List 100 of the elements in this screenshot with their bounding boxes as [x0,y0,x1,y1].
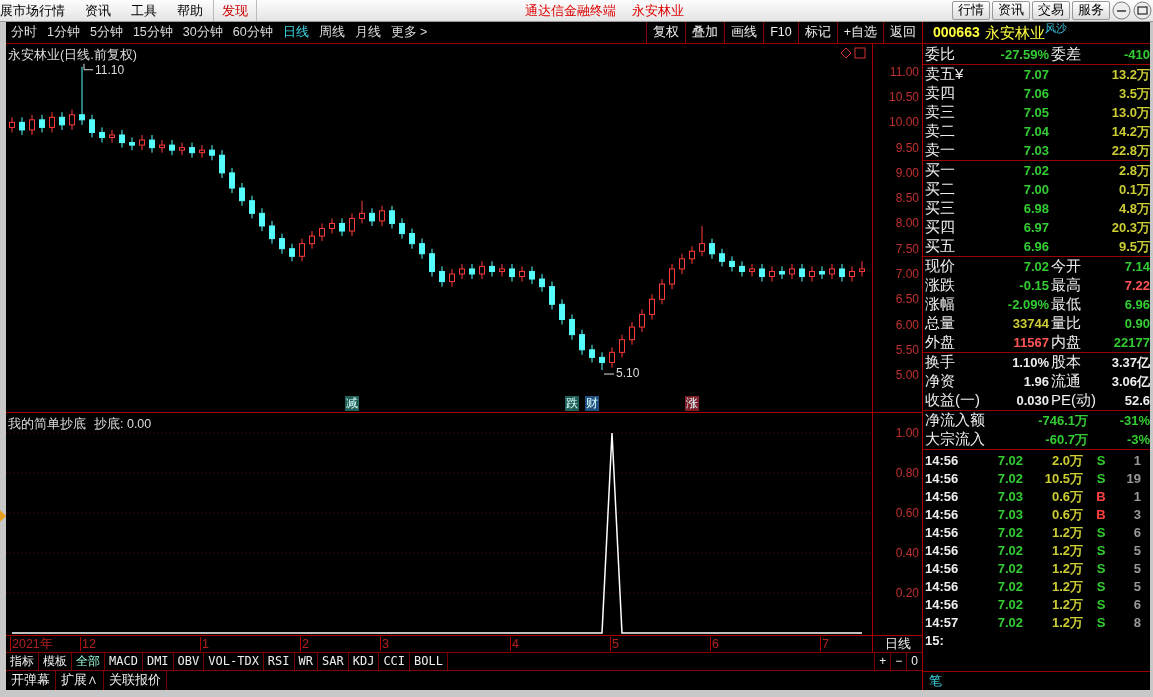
candlestick [69,109,75,131]
date-label: 12 [80,637,96,651]
tick-count: 5 [1132,542,1141,561]
zoom-button[interactable]: + [874,653,891,670]
event-marker[interactable]: 财 [585,396,599,411]
tick-price: 7.02 [996,614,1023,633]
chart-tool-button[interactable]: +自选 [836,22,883,43]
indicator-tab[interactable]: BOLL [410,653,448,670]
candlestick [389,205,395,229]
minimize-icon[interactable] [1112,1,1131,20]
zoom-button[interactable]: − [890,653,907,670]
quote-value: 52.6 [1123,391,1150,410]
tick-time: 14:56 [924,542,960,561]
quote-value: -746.1万 [1037,411,1088,430]
event-marker[interactable]: 减 [345,396,359,411]
indicator-tab[interactable]: VOL-TDX [204,653,264,670]
indicator-tick: 1.00 [895,426,919,440]
candlestick [689,245,695,265]
chart-tool-button[interactable]: 标记 [797,22,837,43]
quote-label: 委比 [924,44,956,65]
candlestick [209,144,215,161]
period-tab[interactable]: 日线 [277,22,314,43]
date-label: 2 [300,637,309,651]
date-label: 3 [380,637,389,651]
app-title: 通达信金融终端 [524,2,616,20]
zoom-button[interactable]: 0 [906,653,922,670]
menu-item[interactable]: 资讯 [75,0,121,21]
indicator-tab[interactable]: SAR [318,653,349,670]
candlestick [49,111,55,133]
period-tab[interactable]: 60分钟 [227,22,278,43]
tick-time: 14:57 [924,614,960,633]
event-marker[interactable]: 涨 [685,396,699,411]
indicator-tab[interactable]: 指标 [6,653,39,670]
quote-label: 买四 [924,217,956,238]
menu-item[interactable]: 帮助 [167,0,213,21]
discover-menu[interactable]: 发现 [213,0,257,21]
indicator-tab[interactable]: WR [294,653,318,670]
quote-label: 净资 [924,371,956,392]
toolbar-button[interactable]: 资讯 [992,1,1030,20]
detail-tab[interactable]: 笔 [923,672,948,690]
quote-label: 净流入额 [924,410,986,431]
candlestick [729,255,735,272]
quote-value: 6.96 [1123,295,1150,314]
toolbar-button[interactable]: 服务 [1072,1,1110,20]
candlestick [89,114,95,139]
chart-tool-button[interactable]: F10 [763,22,798,43]
quote-label: 卖三 [924,102,956,123]
candlestick [249,195,255,219]
quote-label: 今开 [1050,256,1081,277]
candlestick [439,265,445,288]
indicator-tab[interactable]: KDJ [348,653,380,670]
tick-side: S [1095,596,1107,615]
indicator-tab[interactable]: RSI [263,653,295,670]
quote-value: -2.09% [1006,295,1049,314]
indicator-tab[interactable]: 全部 [72,653,105,670]
stock-tag[interactable]: 风沙 [1044,22,1067,34]
event-marker[interactable]: 跌 [565,396,579,411]
indicator-tab[interactable]: OBV [173,653,205,670]
period-tab[interactable]: 更多 > [385,22,433,43]
toolbar-button[interactable]: 行情 [952,1,990,20]
indicator-tab[interactable]: MACD [105,653,143,670]
quote-value: 11567 [1012,333,1049,352]
menu-item[interactable]: 展市场行情 [0,0,75,21]
period-tab[interactable]: 15分钟 [127,22,178,43]
date-label: 2021年 [10,637,53,651]
candlestick [139,134,145,151]
price-tick: 7.50 [895,241,919,256]
candlestick [419,238,425,260]
period-tab[interactable]: 5分钟 [84,22,128,43]
candlestick [559,298,565,326]
quote-label: 股本 [1050,352,1081,373]
period-tab[interactable]: 分时 [6,22,42,43]
low-price-label: 5.10 [616,367,640,381]
tick-price: 7.03 [996,488,1023,507]
candlestick [449,268,455,288]
quote-value: 7.02 [1022,257,1049,276]
candlestick [619,334,625,358]
chart-tool-button[interactable]: 复权 [646,22,686,43]
indicator-tick: 0.80 [895,466,919,480]
tick-count: 3 [1132,506,1141,525]
candlestick [749,263,755,278]
candlestick [829,263,835,280]
period-tab[interactable]: 月线 [349,22,386,43]
quote-label: 买二 [924,179,956,200]
menu-item[interactable]: 工具 [121,0,167,21]
indicator-tab[interactable]: DMI [142,653,174,670]
tick-volume: 1.2万 [1050,524,1083,543]
chart-tool-button[interactable]: 返回 [883,22,922,43]
indicator-tab[interactable]: 模板 [39,653,72,670]
period-tab[interactable]: 30分钟 [177,22,228,43]
candlestick [59,111,65,131]
toolbar-button[interactable]: 交易 [1032,1,1070,20]
price-tick: 5.50 [895,342,919,357]
period-tab[interactable]: 周线 [313,22,350,43]
chart-tool-button[interactable]: 画线 [724,22,764,43]
indicator-tab[interactable]: CCI [379,653,411,670]
period-tab[interactable]: 1分钟 [42,22,85,43]
chart-tool-button[interactable]: 叠加 [685,22,725,43]
candlestick [409,228,415,250]
maximize-icon[interactable] [1133,1,1152,20]
